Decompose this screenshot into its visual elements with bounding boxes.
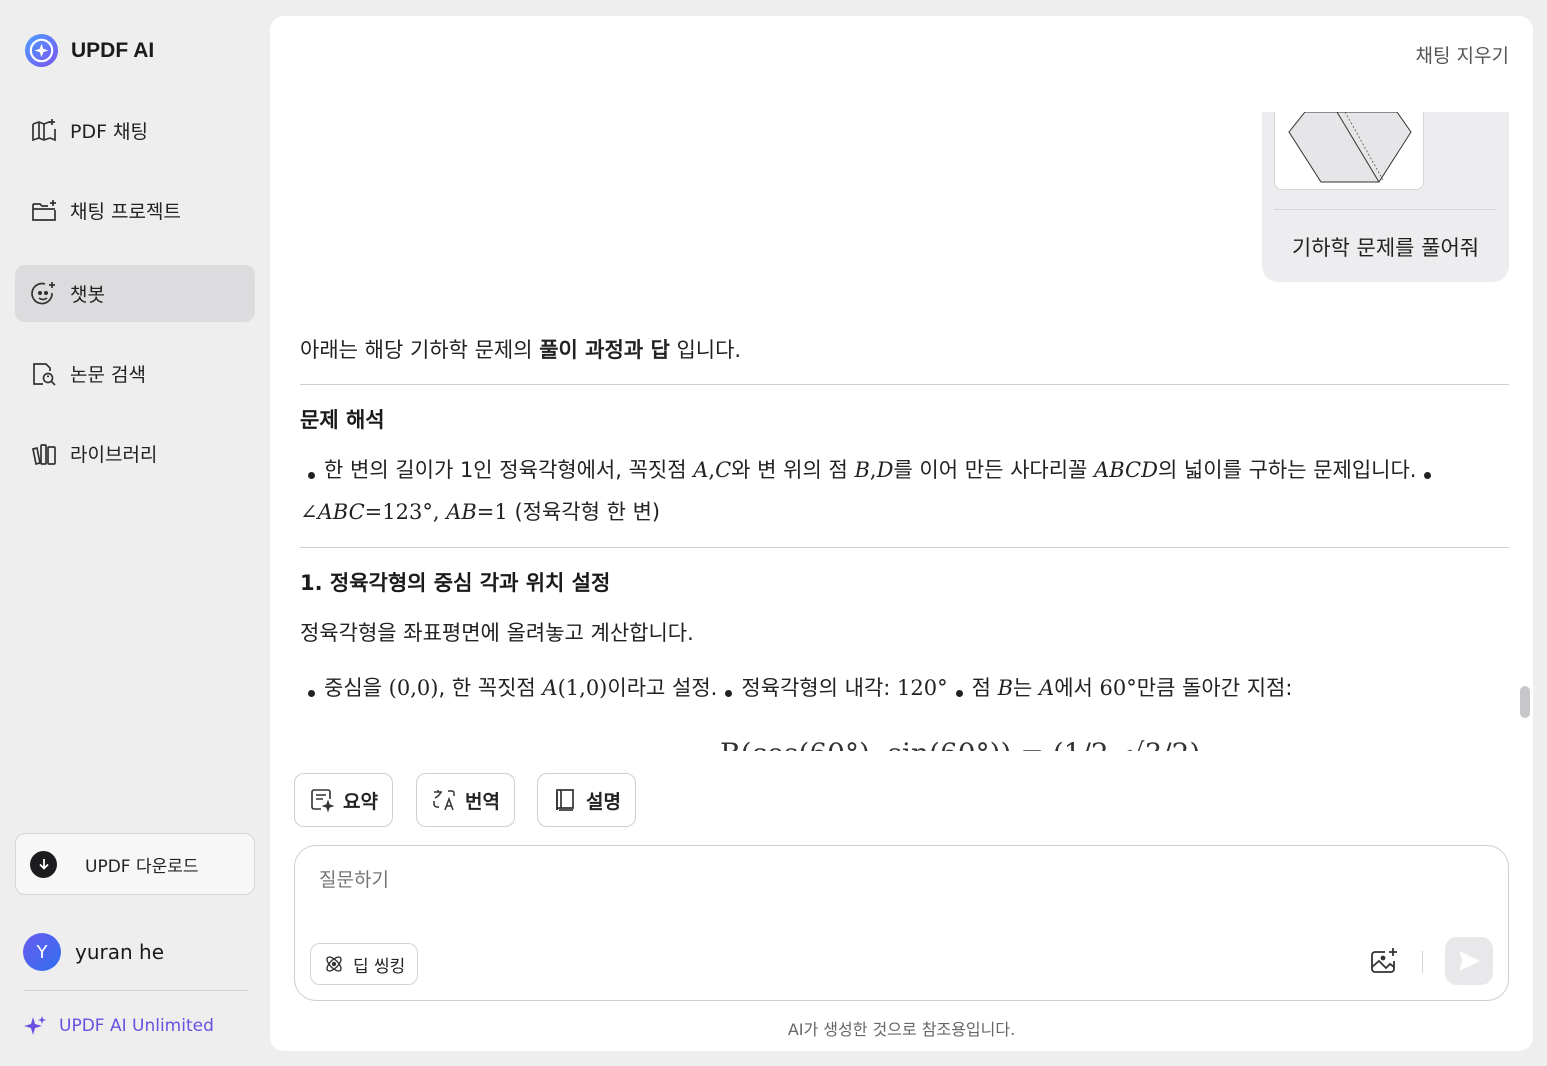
translate-button[interactable]: 번역 xyxy=(416,773,515,827)
summary-button[interactable]: 요약 xyxy=(294,773,393,827)
book-sparkle-icon xyxy=(32,118,56,141)
sidebar-item-label: PDF 채팅 xyxy=(70,121,149,143)
send-icon xyxy=(1459,951,1481,971)
bullet xyxy=(725,690,733,697)
avatar: Y xyxy=(23,933,61,971)
chatbot-face-icon xyxy=(31,281,55,304)
unlimited-link[interactable]: UPDF AI Unlimited xyxy=(23,1014,214,1038)
sidebar-item-label: 라이브러리 xyxy=(70,444,158,466)
coordinate-setup: 중심을 (0,0), 한 꼭짓점 A(1,0)이라고 설정. 정육각형의 내각: … xyxy=(300,667,1500,709)
user-message-text: 기하학 문제를 풀어줘 xyxy=(1291,236,1480,260)
summary-icon xyxy=(311,789,335,813)
divider xyxy=(1422,951,1423,973)
attached-geometry-image[interactable] xyxy=(1274,112,1424,190)
scrollbar-thumb[interactable] xyxy=(1520,686,1530,718)
deep-think-toggle[interactable]: 딥 씽킹 xyxy=(310,943,419,985)
download-button[interactable]: UPDF 다운로드 xyxy=(15,833,255,895)
library-icon xyxy=(32,443,56,465)
question-input[interactable] xyxy=(319,870,1319,892)
bullet xyxy=(308,690,315,697)
divider xyxy=(23,990,249,991)
bubble-divider xyxy=(1274,209,1497,210)
sidebar-item-label: 논문 검색 xyxy=(70,364,146,386)
translate-label: 번역 xyxy=(465,790,500,813)
section-title: 1. 정육각형의 중심 각과 위치 설정 xyxy=(300,571,611,595)
answer-divider xyxy=(300,547,1509,548)
sidebar-item-library[interactable]: 라이브러리 xyxy=(15,425,255,482)
bullet xyxy=(308,472,315,479)
brand-name: UPDF AI xyxy=(71,38,155,62)
sparkle-icon xyxy=(24,1016,46,1035)
folder-sparkle-icon xyxy=(32,199,56,221)
user-profile[interactable]: Y yuran he xyxy=(23,933,164,971)
hexagon-figure-icon xyxy=(1288,112,1412,183)
sidebar-item-pdf-chat[interactable]: PDF 채팅 xyxy=(15,102,255,159)
download-icon xyxy=(30,850,57,878)
explain-label: 설명 xyxy=(586,790,621,813)
bullet xyxy=(955,690,963,697)
unlimited-label: UPDF AI Unlimited xyxy=(59,1016,214,1036)
user-message-bubble: 기하학 문제를 풀어줘 xyxy=(1262,112,1509,282)
answer-intro: 아래는 해당 기하학 문제의 풀이 과정과 답 입니다. xyxy=(300,338,742,362)
sidebar-item-chat-project[interactable]: 채팅 프로젝트 xyxy=(15,182,255,239)
section-title: 문제 해석 xyxy=(300,408,385,432)
chat-messages: 기하학 문제를 풀어줘 아래는 해당 기하학 문제의 풀이 과정과 답 입니다.… xyxy=(300,112,1509,751)
sidebar-item-paper-search[interactable]: 논문 검색 xyxy=(15,345,255,402)
document-search-icon xyxy=(33,362,56,386)
sidebar-item-chatbot[interactable]: 챗봇 xyxy=(15,265,255,322)
chat-panel: 채팅 지우기 기하학 문제를 풀어줘 아래는 해당 기하학 문제의 풀이 과정과… xyxy=(270,16,1533,1051)
book-icon xyxy=(556,789,574,811)
ai-disclaimer: AI가 생성한 것으로 참조용입니다. xyxy=(787,1020,1016,1039)
answer-divider xyxy=(300,384,1509,385)
updf-logo-icon xyxy=(24,33,59,68)
section-intro: 정육각형을 좌표평면에 올려놓고 계산합니다. xyxy=(300,621,694,645)
summary-label: 요약 xyxy=(343,790,378,813)
question-input-box: 딥 씽킹 xyxy=(294,845,1509,1001)
formula-partial: B(cos(60°), sin(60°)) = (1/2, √3/2) xyxy=(720,737,1200,751)
user-name: yuran he xyxy=(75,940,165,964)
send-button[interactable] xyxy=(1445,937,1493,985)
problem-description: 한 변의 길이가 1인 정육각형에서, 꼭짓점 A,C와 변 위의 점 B,D를… xyxy=(300,449,1500,533)
deep-think-label: 딥 씽킹 xyxy=(353,956,406,977)
brand[interactable]: UPDF AI xyxy=(24,33,154,68)
download-label: UPDF 다운로드 xyxy=(85,856,199,877)
sidebar: UPDF AI PDF 채팅 채팅 프로젝트 챗봇 논문 검색 라이브러리 UP… xyxy=(0,0,270,1066)
sidebar-item-label: 채팅 프로젝트 xyxy=(70,201,181,223)
clear-chat-button[interactable]: 채팅 지우기 xyxy=(1416,41,1509,68)
atom-icon xyxy=(326,956,342,972)
explain-button[interactable]: 설명 xyxy=(537,773,636,827)
bullet xyxy=(1424,472,1432,479)
image-upload-icon[interactable] xyxy=(1368,946,1400,978)
translate-icon xyxy=(433,790,455,811)
sidebar-item-label: 챗봇 xyxy=(70,284,105,306)
